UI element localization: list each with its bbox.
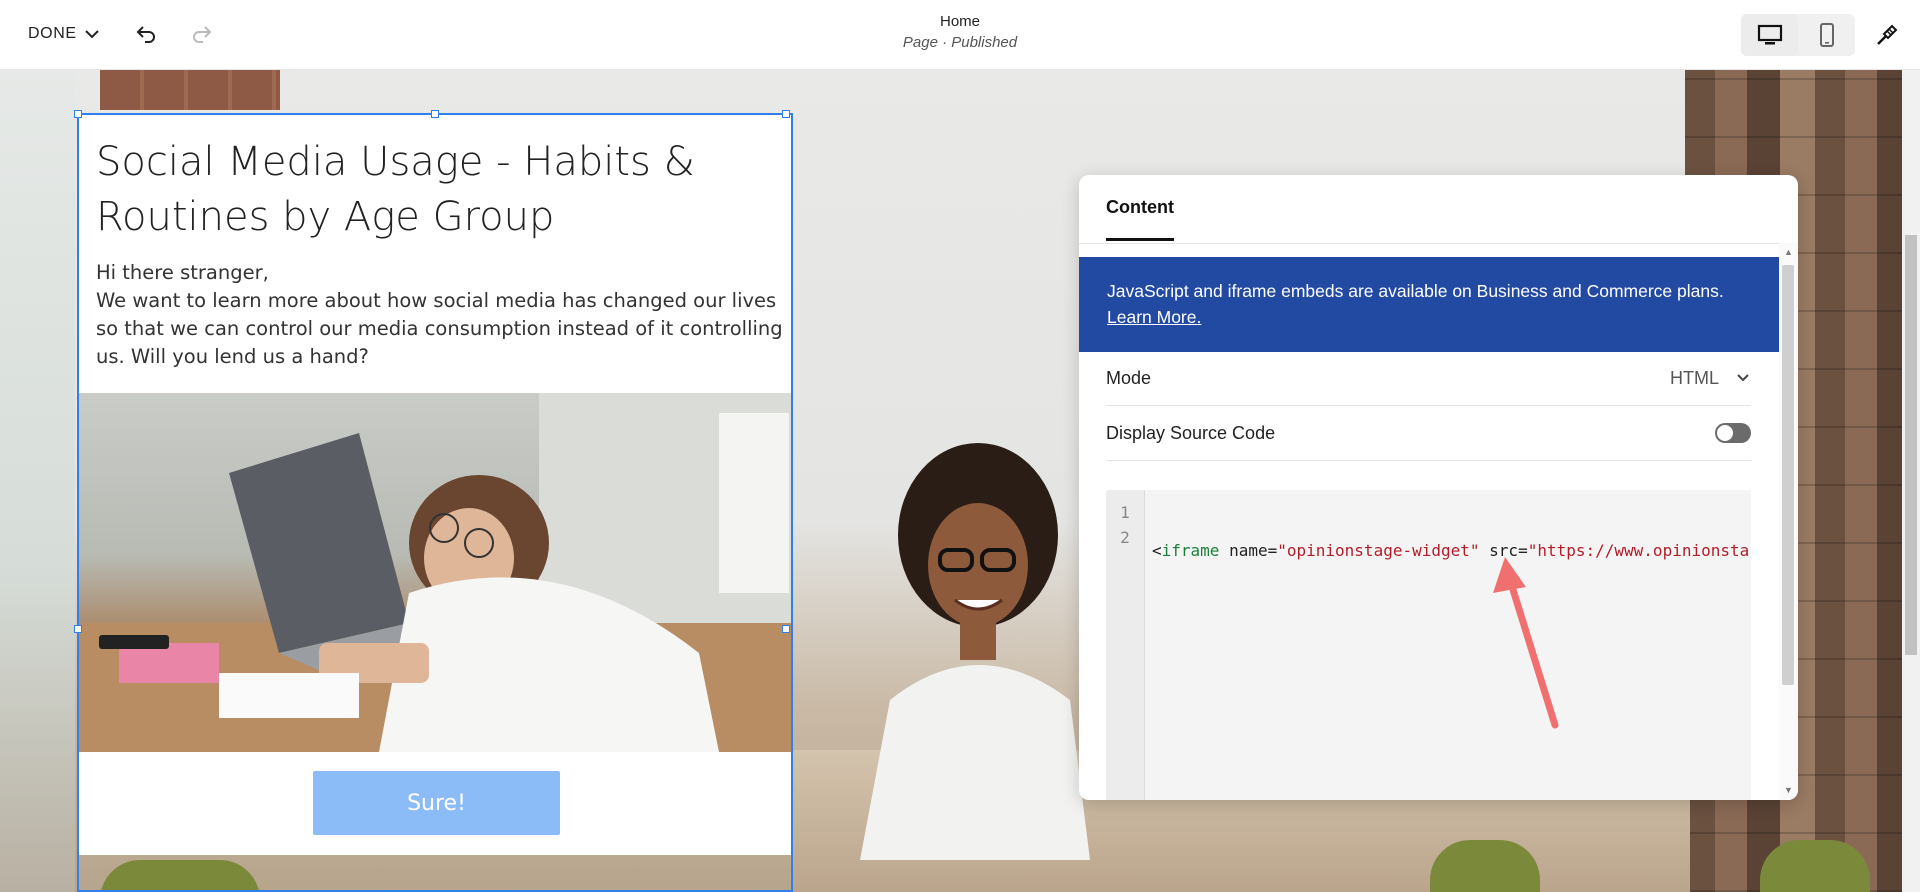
- code-token: name=: [1219, 541, 1278, 560]
- tired-woman-laptop-image: [79, 393, 791, 752]
- code-editor[interactable]: 1 2 <iframe name="opinionstage-widget" s…: [1106, 490, 1751, 800]
- background-brick: [100, 70, 280, 110]
- annotation-arrow-icon: [1493, 557, 1559, 729]
- done-button[interactable]: DONE: [28, 22, 101, 46]
- page-status: Page · Published: [902, 34, 1018, 51]
- undo-icon: [136, 26, 155, 43]
- scroll-up-icon[interactable]: ▲: [1784, 247, 1793, 257]
- page-scrollbar-thumb[interactable]: [1905, 235, 1917, 655]
- survey-title: Social Media Usage - Habits & Routines b…: [96, 139, 695, 240]
- chevron-down-icon: [1737, 374, 1749, 382]
- paintbrush-icon: [1877, 24, 1898, 45]
- background-chair: [1430, 840, 1540, 892]
- mode-row: Mode HTML: [1106, 351, 1751, 406]
- display-source-row: Display Source Code: [1106, 406, 1751, 461]
- resize-handle-left[interactable]: [74, 625, 82, 633]
- sure-button[interactable]: Sure!: [313, 771, 560, 835]
- learn-more-link[interactable]: Learn More.: [1107, 307, 1201, 327]
- line-number: 1: [1120, 503, 1130, 522]
- block-content-panel: Content JavaScript and iframe embeds are…: [1079, 175, 1798, 800]
- site-styles-button[interactable]: [1872, 20, 1902, 50]
- tab-content[interactable]: Content: [1106, 197, 1174, 241]
- display-source-label: Display Source Code: [1106, 422, 1276, 443]
- survey-card: Social Media Usage - Habits & Routines b…: [79, 115, 791, 855]
- redo-button[interactable]: [188, 20, 216, 48]
- display-source-toggle[interactable]: [1715, 423, 1751, 443]
- scroll-down-icon[interactable]: ▼: [1784, 785, 1793, 795]
- undo-button[interactable]: [132, 20, 160, 48]
- device-view-toggle: [1741, 14, 1855, 56]
- survey-greeting: Hi there stranger,: [96, 261, 269, 284]
- plan-upgrade-notice: JavaScript and iframe embeds are availab…: [1079, 257, 1779, 352]
- resize-handle-top[interactable]: [431, 110, 439, 118]
- panel-tabs: Content: [1079, 175, 1798, 244]
- background-chair: [1760, 840, 1870, 892]
- desktop-view-button[interactable]: [1741, 14, 1798, 56]
- chevron-down-icon: [84, 30, 99, 39]
- code-line-1: <iframe name="opinionstage-widget" src="…: [1152, 538, 1749, 563]
- mode-value: HTML: [1670, 367, 1719, 388]
- editor-toolbar: DONE Home Page · Published: [0, 0, 1920, 70]
- desktop-icon: [1757, 24, 1782, 45]
- smiling-woman-image: [860, 443, 1090, 860]
- mobile-view-button[interactable]: [1798, 14, 1855, 56]
- code-token: iframe: [1161, 541, 1220, 560]
- notice-text: JavaScript and iframe embeds are availab…: [1107, 281, 1724, 301]
- mode-label: Mode: [1106, 367, 1152, 388]
- done-label: DONE: [28, 25, 77, 42]
- survey-description: We want to learn more about how social m…: [96, 289, 783, 368]
- mobile-icon: [1819, 23, 1834, 47]
- page-info: Home Page · Published: [0, 13, 1920, 51]
- panel-scrollbar-thumb[interactable]: [1782, 265, 1794, 685]
- line-number: 2: [1120, 528, 1130, 547]
- survey-intro: Hi there stranger, We want to learn more…: [96, 259, 786, 371]
- resize-handle-right[interactable]: [782, 625, 790, 633]
- mode-select[interactable]: HTML: [1670, 368, 1751, 389]
- code-token: <: [1152, 541, 1162, 560]
- redo-icon: [193, 26, 212, 43]
- selected-content-block[interactable]: Social Media Usage - Habits & Routines b…: [74, 110, 793, 892]
- page-title: Home: [939, 13, 980, 30]
- resize-handle-top-left[interactable]: [74, 110, 82, 118]
- line-number-gutter: 1 2: [1106, 490, 1145, 800]
- resize-handle-top-right[interactable]: [782, 110, 790, 118]
- code-content: <iframe name="opinionstage-widget" src="…: [1152, 500, 1749, 664]
- code-token: "opinionstage-widget": [1277, 541, 1480, 560]
- background-wall: [0, 70, 75, 892]
